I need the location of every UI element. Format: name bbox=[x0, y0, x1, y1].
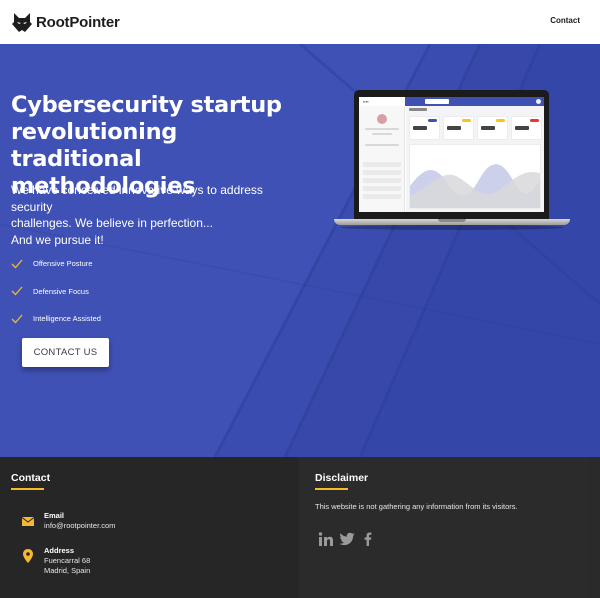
linkedin-icon[interactable] bbox=[318, 532, 334, 546]
mock-heading bbox=[409, 108, 427, 111]
laptop-lid: ▪▪▪▪ bbox=[354, 90, 549, 219]
mock-text-line bbox=[372, 133, 392, 135]
mock-nav bbox=[405, 97, 544, 106]
address-label: Address bbox=[44, 546, 75, 555]
mock-pill bbox=[530, 119, 539, 122]
mock-number bbox=[413, 126, 427, 130]
hero-subtitle: We have conceived innovative ways to add… bbox=[11, 182, 301, 248]
mock-menu-item bbox=[363, 186, 401, 191]
contact-address: Address Fuencarral 68 Madrid, Spain bbox=[22, 546, 90, 576]
mail-icon bbox=[22, 517, 34, 526]
contact-email-text: Email info@rootpointer.com bbox=[44, 511, 115, 531]
footer-contact-column: Contact Email info@rootpointer.com Addre… bbox=[0, 457, 299, 598]
facebook-icon[interactable] bbox=[360, 532, 376, 546]
mock-stat-card bbox=[443, 116, 474, 140]
mock-text-line bbox=[365, 144, 399, 146]
email-value[interactable]: info@rootpointer.com bbox=[44, 521, 115, 531]
footer-disclaimer-column: Disclaimer This website is not gathering… bbox=[300, 457, 588, 598]
mock-number bbox=[515, 126, 529, 130]
contact-us-button[interactable]: CONTACT US bbox=[22, 338, 109, 367]
twitter-icon[interactable] bbox=[339, 532, 355, 546]
address-line: Madrid, Spain bbox=[44, 566, 91, 575]
hero-section: Cybersecurity startup revolutioning trad… bbox=[0, 44, 600, 457]
mock-brand: ▪▪▪▪ bbox=[363, 99, 369, 104]
footer-contact-heading: Contact bbox=[11, 472, 51, 484]
hero-subtitle-line: And we pursue it! bbox=[11, 232, 104, 247]
footer-disclaimer-heading: Disclaimer bbox=[315, 472, 369, 484]
mock-stat-card bbox=[477, 116, 508, 140]
mock-profile-picture bbox=[377, 114, 387, 124]
mock-sidebar bbox=[359, 106, 405, 212]
mock-menu-item bbox=[363, 170, 401, 175]
laptop-screen: ▪▪▪▪ bbox=[359, 97, 544, 212]
check-icon bbox=[11, 259, 23, 269]
mock-menu-item bbox=[363, 178, 401, 183]
feature-list: Offensive Posture Defensive Focus Intell… bbox=[11, 250, 101, 333]
mock-topbar: ▪▪▪▪ bbox=[359, 97, 544, 106]
mock-avatar bbox=[536, 99, 541, 104]
mock-pill bbox=[496, 119, 505, 122]
disclaimer-text: This website is not gathering any inform… bbox=[315, 502, 518, 511]
site-footer: Contact Email info@rootpointer.com Addre… bbox=[0, 457, 600, 598]
mock-pill bbox=[462, 119, 471, 122]
laptop-notch bbox=[438, 219, 466, 222]
hero-subtitle-line: We have conceived innovative ways to add… bbox=[11, 183, 263, 214]
address-line: Fuencarral 68 bbox=[44, 556, 91, 565]
mock-search bbox=[425, 99, 449, 104]
wolf-head-icon bbox=[12, 13, 32, 32]
mock-stat-card bbox=[511, 116, 542, 140]
laptop-shadow bbox=[340, 225, 564, 230]
feature-label: Defensive Focus bbox=[33, 286, 89, 296]
social-links bbox=[318, 532, 381, 546]
mock-pill bbox=[428, 119, 437, 122]
contact-email: Email info@rootpointer.com bbox=[22, 511, 115, 531]
contact-address-text: Address Fuencarral 68 Madrid, Spain bbox=[44, 546, 90, 576]
mock-menu-item bbox=[363, 162, 401, 167]
brand-logo[interactable]: RootPointer bbox=[11, 11, 120, 33]
mock-menu-item bbox=[363, 194, 401, 199]
mock-main bbox=[406, 106, 544, 212]
check-icon bbox=[11, 286, 23, 296]
feature-item: Offensive Posture bbox=[11, 250, 101, 278]
feature-item: Defensive Focus bbox=[11, 278, 101, 306]
mock-number bbox=[481, 126, 495, 130]
heading-underline bbox=[315, 488, 348, 490]
email-label: Email bbox=[44, 511, 65, 520]
location-pin-icon bbox=[23, 549, 33, 563]
check-icon bbox=[11, 314, 23, 324]
mock-number bbox=[447, 126, 461, 130]
mock-text-line bbox=[365, 128, 399, 130]
feature-label: Offensive Posture bbox=[33, 259, 93, 269]
feature-label: Intelligence Assisted bbox=[33, 314, 101, 324]
nav-contact-link[interactable]: Contact bbox=[550, 16, 580, 25]
heading-underline bbox=[11, 488, 44, 490]
feature-item: Intelligence Assisted bbox=[11, 305, 101, 333]
hero-subtitle-line: challenges. We believe in perfection... bbox=[11, 216, 213, 230]
laptop-dashboard-mockup: ▪▪▪▪ bbox=[334, 90, 570, 230]
mock-stat-card bbox=[409, 116, 440, 140]
mock-area-chart bbox=[409, 144, 541, 209]
brand-name: RootPointer bbox=[36, 13, 120, 31]
site-header: RootPointer Contact bbox=[0, 0, 600, 44]
